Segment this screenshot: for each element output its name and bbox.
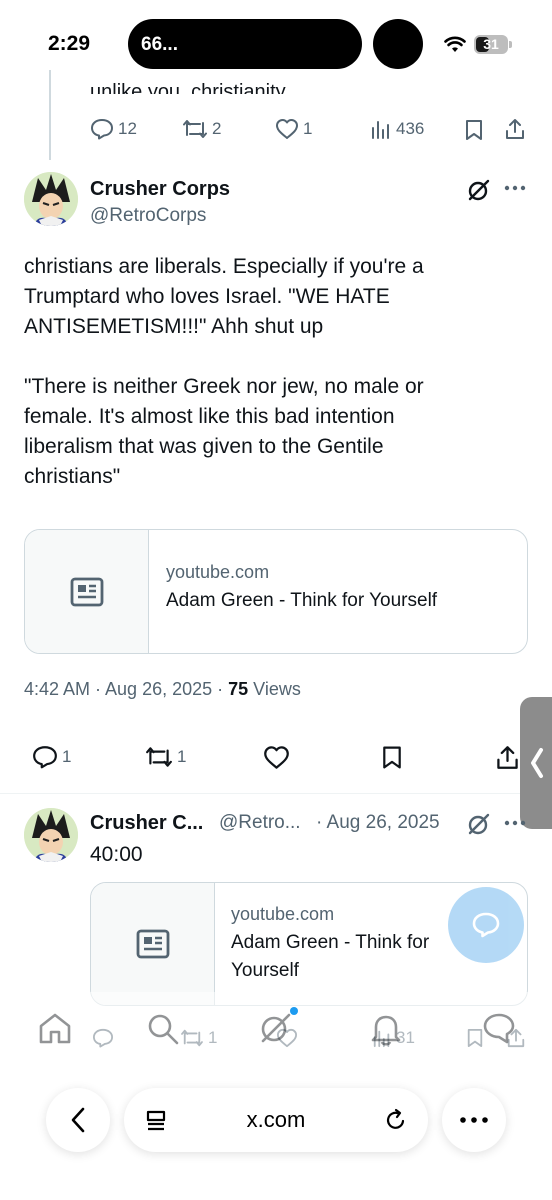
heart-icon [276, 119, 298, 139]
thread-line [49, 70, 51, 160]
article-icon [136, 929, 169, 959]
main-repost-action[interactable]: 1 [145, 745, 186, 769]
card-title-line: Adam Green - Think for [231, 932, 430, 953]
search-tab-icon[interactable] [146, 1012, 180, 1046]
views-count: 436 [396, 119, 425, 138]
reply-avatar[interactable] [24, 808, 78, 862]
reply-grok-icon[interactable] [466, 811, 492, 837]
url-text[interactable]: x.com [247, 1107, 306, 1133]
tweet-line: female. It's almost like this bad intent… [24, 405, 395, 428]
home-tab-icon[interactable] [38, 1012, 72, 1044]
battery-tip [509, 41, 512, 48]
divider [0, 793, 552, 794]
card-title-line: Yourself [231, 960, 299, 981]
tweet-line: liberalism that was given to the Gentile [24, 435, 384, 458]
like-action[interactable]: 1 [275, 118, 312, 140]
bookmark-icon [383, 746, 401, 769]
author-name[interactable]: Crusher Corps [90, 178, 230, 201]
main-bookmark-button[interactable] [381, 745, 403, 770]
reply-text: 40:00 [90, 843, 143, 866]
battery-icon: 31 [474, 35, 508, 54]
side-panel-handle[interactable] [520, 697, 552, 829]
link-card[interactable]: youtube.com Adam Green - Think for Yours… [24, 529, 528, 654]
chevron-left-icon [531, 748, 543, 778]
reply-more-icon[interactable] [504, 820, 526, 826]
messages-tab-icon[interactable] [482, 1012, 516, 1044]
reply-author-name[interactable]: Crusher C... [90, 812, 203, 835]
reply-action[interactable]: 12 [90, 118, 137, 140]
main-share-button[interactable] [495, 745, 520, 770]
card-thumbnail [91, 883, 215, 1005]
status-time: 2:29 [48, 32, 91, 55]
ellipsis-icon [460, 1117, 488, 1123]
tweet-timestamp[interactable]: 4:42 AM · Aug 26, 2025 · [24, 679, 228, 699]
tweet-line: ANTISEMETISM!!!" Ahh shut up [24, 315, 324, 338]
compose-button[interactable] [448, 887, 524, 963]
grok-icon[interactable] [466, 177, 492, 203]
views-label: Views [248, 679, 301, 699]
reload-icon[interactable] [384, 1108, 408, 1132]
camera-dot [373, 19, 423, 69]
main-reply-count: 1 [62, 747, 72, 766]
reader-icon[interactable] [144, 1109, 168, 1133]
tweet-line: christians" [24, 465, 121, 488]
more-button[interactable] [442, 1088, 506, 1152]
card-thumbnail [25, 530, 149, 653]
repost-action[interactable]: 2 [182, 118, 221, 140]
more-options-icon[interactable] [504, 185, 526, 191]
tweet-line: christians are liberals. Especially if y… [24, 255, 424, 278]
tweet-line: Trumptard who loves Israel. "WE HATE [24, 285, 390, 308]
card-domain: youtube.com [231, 904, 335, 924]
views-action[interactable]: 436 [370, 118, 424, 140]
chevron-left-icon [71, 1107, 85, 1133]
main-repost-count: 1 [177, 747, 187, 766]
repost-count: 2 [212, 119, 222, 138]
avatar[interactable] [24, 172, 78, 226]
repost-icon [183, 120, 207, 138]
heart-icon [264, 746, 289, 769]
like-count: 1 [303, 119, 313, 138]
grok-tab-icon[interactable] [258, 1010, 294, 1046]
repost-icon [146, 747, 172, 767]
reply-author-handle[interactable]: @Retro... [219, 812, 301, 834]
views-number: 75 [228, 679, 249, 699]
card-domain: youtube.com [166, 562, 270, 582]
tweet-line: "There is neither Greek nor jew, no male… [24, 375, 424, 398]
previous-tweet-text: unlike you, christianity [90, 81, 286, 94]
chat-bubble-icon [472, 912, 500, 938]
reply-icon [33, 746, 57, 769]
wifi-icon [444, 36, 466, 54]
reply-count: 12 [118, 119, 137, 138]
card-title: Adam Green - Think for Yourself [166, 590, 438, 611]
bookmark-icon[interactable] [464, 119, 484, 141]
address-bar[interactable]: x.com [124, 1088, 428, 1152]
battery-level: 31 [483, 36, 499, 52]
main-like-button[interactable] [263, 745, 290, 770]
notifications-tab-icon[interactable] [370, 1012, 402, 1046]
views-icon [372, 121, 389, 139]
reply-date[interactable]: · Aug 26, 2025 [316, 812, 440, 834]
back-button[interactable] [46, 1088, 110, 1152]
author-handle[interactable]: @RetroCorps [90, 205, 206, 227]
share-icon[interactable] [504, 118, 526, 140]
tweet-text: christians are liberals. Especially if y… [24, 252, 534, 492]
tweet-meta: 4:42 AM · Aug 26, 2025 · 75 Views [24, 679, 301, 700]
share-icon [497, 746, 518, 769]
notification-dot [290, 1007, 298, 1015]
main-reply-action[interactable]: 1 [32, 745, 71, 769]
reply-icon [91, 119, 113, 140]
article-icon [70, 577, 103, 606]
island-text: 66... [141, 34, 178, 55]
